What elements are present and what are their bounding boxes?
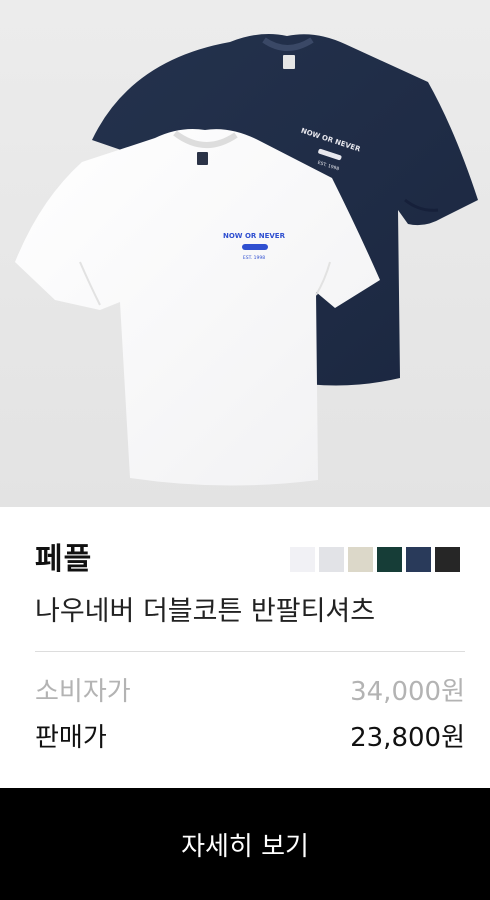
- sale-price-label: 판매가: [35, 723, 107, 753]
- tshirt-photo: NOW OR NEVER EST. 1998 NOW OR NEVER EST.…: [0, 0, 490, 507]
- sale-price-value: 23,800원: [350, 723, 465, 753]
- color-swatch[interactable]: [348, 547, 373, 572]
- retail-price-label: 소비자가: [35, 677, 131, 707]
- retail-price-value: 34,000원: [350, 677, 465, 707]
- sale-price-row: 판매가 23,800원: [35, 720, 465, 756]
- product-image[interactable]: NOW OR NEVER EST. 1998 NOW OR NEVER EST.…: [0, 0, 490, 507]
- brand-name: 페플: [35, 542, 93, 577]
- graphic-subtext: EST. 1998: [243, 255, 265, 261]
- retail-price-row: 소비자가 34,000원: [35, 674, 465, 710]
- color-swatches: [290, 547, 460, 572]
- color-swatch[interactable]: [435, 547, 460, 572]
- color-swatch[interactable]: [290, 547, 315, 572]
- color-swatch[interactable]: [319, 547, 344, 572]
- divider: [35, 651, 465, 652]
- view-details-button[interactable]: 자세히 보기: [0, 788, 490, 900]
- color-swatch[interactable]: [377, 547, 402, 572]
- product-card: NOW OR NEVER EST. 1998 NOW OR NEVER EST.…: [0, 0, 490, 900]
- color-swatch[interactable]: [406, 547, 431, 572]
- graphic-text: NOW OR NEVER: [223, 232, 286, 240]
- product-name[interactable]: 나우네버 더블코튼 반팔티셔츠: [35, 592, 375, 632]
